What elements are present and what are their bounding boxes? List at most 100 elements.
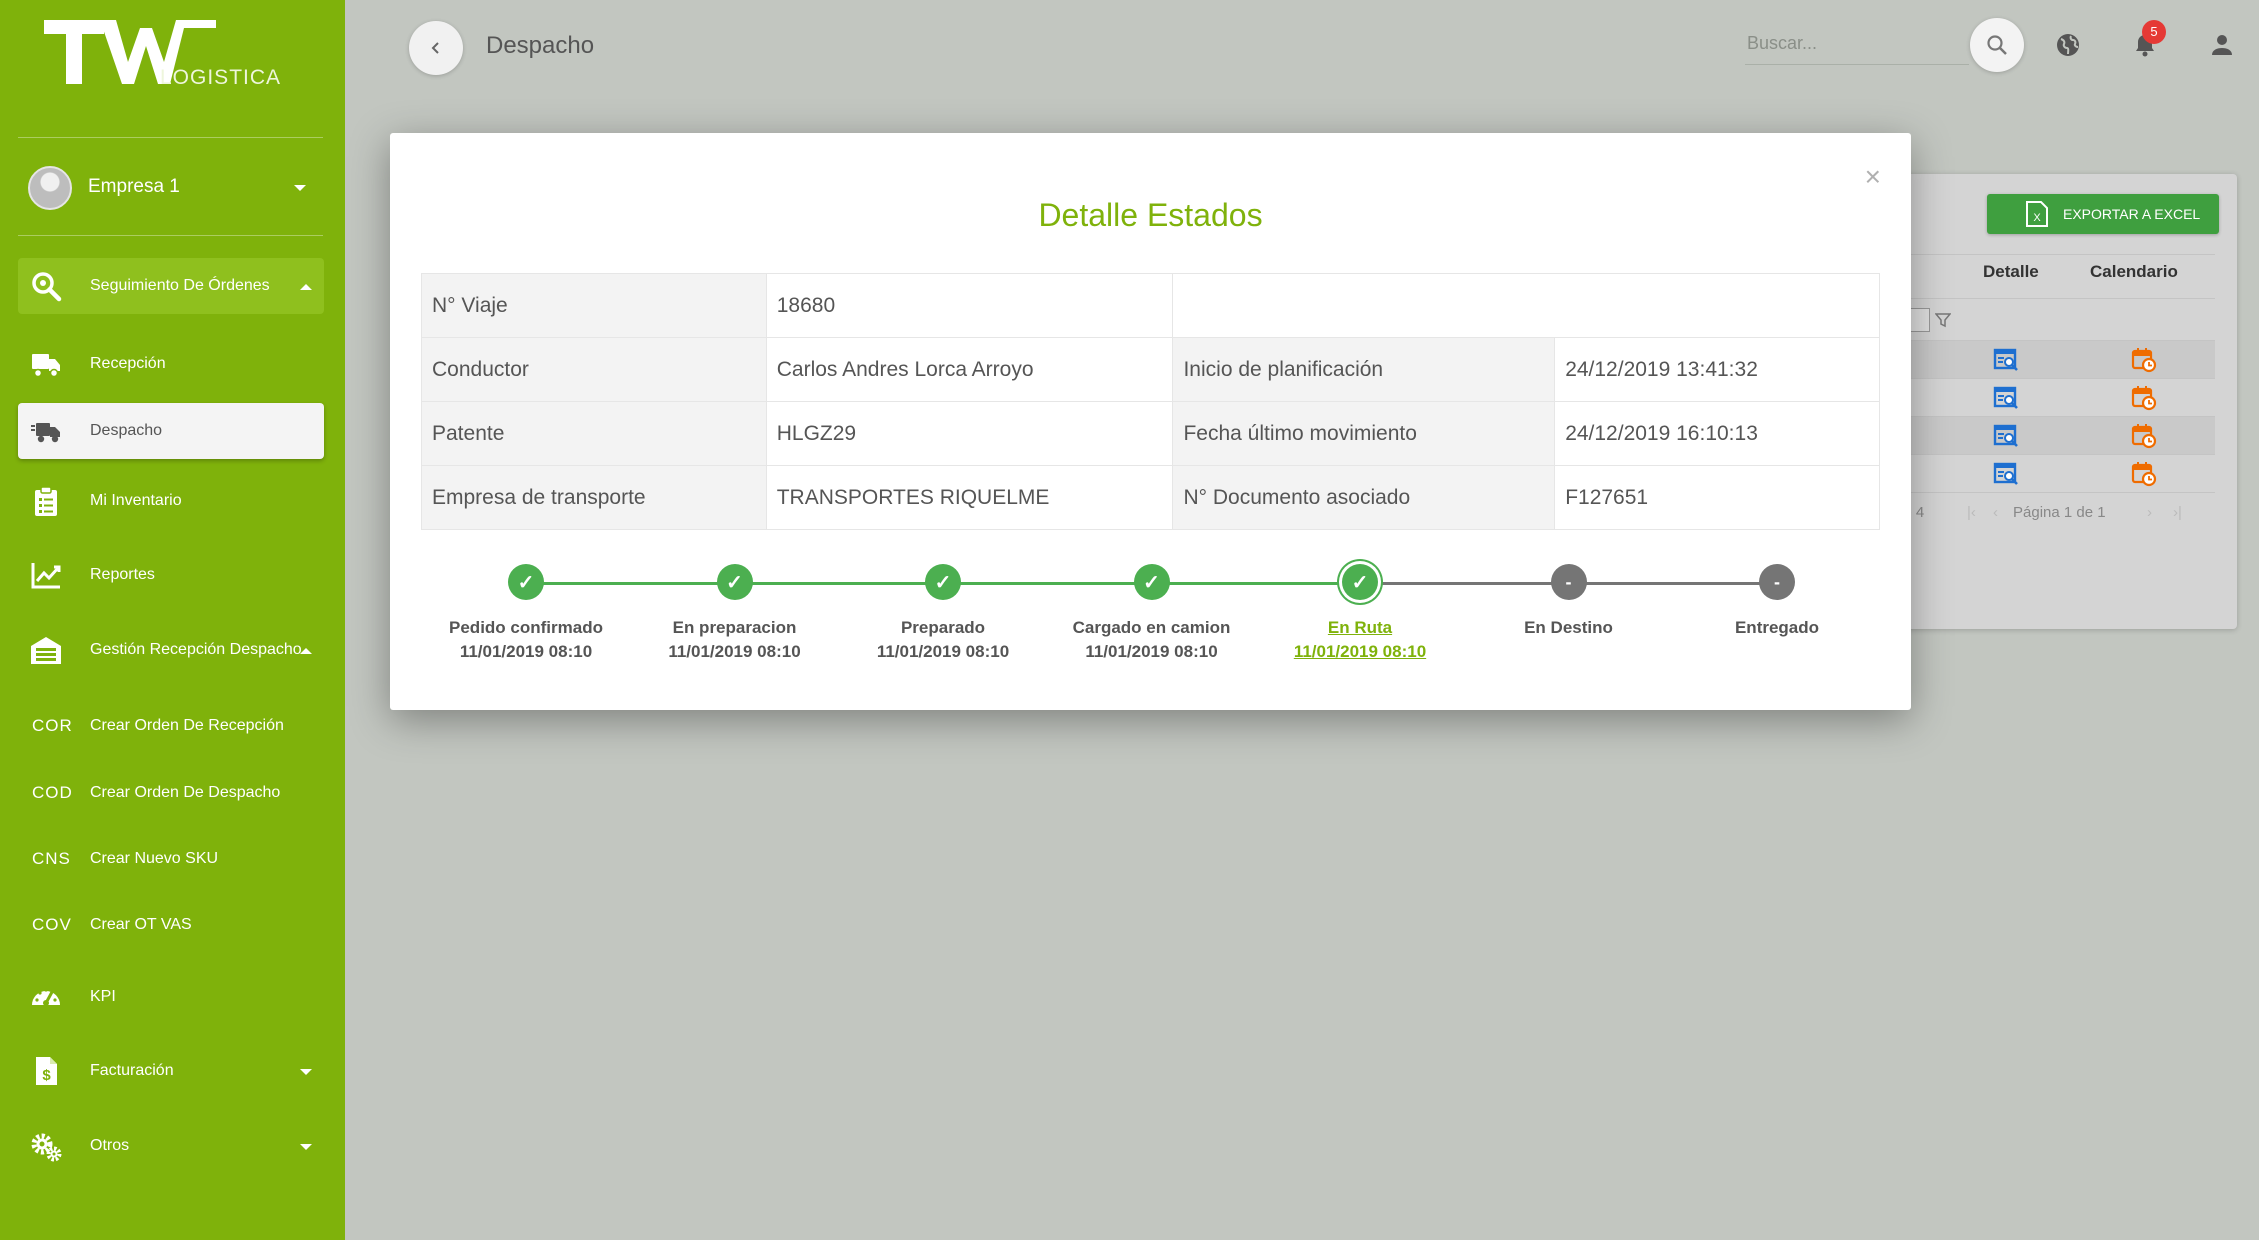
search-button[interactable] bbox=[1970, 18, 2024, 72]
trip-info-table: N° Viaje 18680 Conductor Carlos Andres Lorc… bbox=[421, 273, 1880, 530]
sidebar-item-otros[interactable]: Otros bbox=[18, 1118, 324, 1174]
detail-search-icon[interactable] bbox=[1993, 385, 2019, 411]
pending-icon: - bbox=[1550, 564, 1587, 600]
search-icon bbox=[30, 270, 62, 302]
column-header-calendario[interactable]: Calendario bbox=[2090, 262, 2178, 282]
status-step: - En Destino bbox=[1469, 561, 1669, 642]
chevron-left-icon bbox=[431, 42, 439, 54]
info-value: 24/12/2019 16:10:13 bbox=[1554, 401, 1880, 466]
svg-text:X: X bbox=[2033, 212, 2041, 224]
status-step: ✓ Preparado 11/01/2019 08:10 bbox=[843, 561, 1043, 662]
status-step[interactable]: ✓ En Ruta 11/01/2019 08:10 bbox=[1260, 561, 1460, 662]
chevron-up-icon bbox=[300, 284, 312, 290]
language-globe-button[interactable] bbox=[2053, 30, 2083, 60]
sidebar-item-recepcion[interactable]: Recepción bbox=[18, 336, 324, 392]
sidebar-item-gestion[interactable]: Gestión Recepción Despacho bbox=[18, 622, 324, 678]
detail-search-icon[interactable] bbox=[1993, 347, 2019, 373]
pager-page: Página 1 de 1 bbox=[2013, 504, 2106, 521]
sidebar-item-label: Despacho bbox=[90, 422, 163, 439]
sidebar-item-facturacion[interactable]: $ Facturación bbox=[18, 1043, 324, 1099]
divider bbox=[18, 235, 323, 236]
sidebar-item-label: Gestión Recepción Despacho bbox=[90, 641, 302, 658]
step-date: 11/01/2019 08:10 bbox=[876, 642, 1010, 661]
page-title: Despacho bbox=[486, 32, 595, 59]
sidebar-item-kpi[interactable]: KPI bbox=[18, 969, 324, 1025]
close-icon[interactable]: × bbox=[1865, 163, 1881, 191]
detail-search-icon[interactable] bbox=[1993, 423, 2019, 449]
last-page-icon[interactable]: ›| bbox=[2173, 504, 2182, 521]
step-name: Cargado en camion bbox=[1072, 618, 1231, 637]
next-page-icon[interactable]: › bbox=[2147, 504, 2152, 521]
step-name: En Destino bbox=[1524, 618, 1613, 637]
company-selector[interactable]: Empresa 1 bbox=[18, 150, 323, 224]
svg-text:$: $ bbox=[42, 1067, 51, 1084]
sidebar-item-label: Crear Orden De Recepción bbox=[90, 717, 284, 734]
first-page-icon[interactable]: |‹ bbox=[1967, 504, 1976, 521]
info-label: N° Documento asociado bbox=[1172, 465, 1556, 530]
dispatch-table-card: X EXPORTAR A EXCEL Detalle Calendario de… bbox=[1895, 174, 2237, 629]
info-value: TRANSPORTES RIQUELME bbox=[765, 465, 1174, 530]
info-label: Conductor bbox=[421, 337, 767, 402]
sidebar-item-abbr: CNS bbox=[32, 849, 71, 868]
sidebar-item-inventario[interactable]: Mi Inventario bbox=[18, 473, 324, 529]
step-name: En preparacion bbox=[672, 618, 797, 637]
excel-icon: X bbox=[2026, 201, 2048, 227]
sidebar-item-label: Crear Nuevo SKU bbox=[90, 850, 219, 867]
back-button[interactable] bbox=[409, 21, 463, 75]
sidebar-item-despacho[interactable]: Despacho bbox=[18, 403, 324, 459]
sidebar-item-crear-nuevo-sku[interactable]: CNS Crear Nuevo SKU bbox=[18, 831, 324, 887]
sidebar-item-crear-ot-vas[interactable]: COV Crear OT VAS bbox=[18, 897, 324, 953]
sidebar-item-reportes[interactable]: Reportes bbox=[18, 547, 324, 603]
filter-icon[interactable] bbox=[1935, 312, 1951, 328]
calendar-clock-icon[interactable] bbox=[2131, 385, 2157, 411]
check-icon: ✓ bbox=[1342, 564, 1378, 600]
info-row: Patente HLGZ29 Fecha último movimiento 24/1… bbox=[421, 401, 1880, 466]
divider bbox=[1895, 254, 2215, 255]
sidebar-item-label: Reportes bbox=[90, 566, 155, 583]
status-stepper: ✓ Pedido confirmado 11/01/2019 08:10 ✓ En pr… bbox=[390, 561, 1911, 681]
sidebar-item-label: Otros bbox=[90, 1137, 130, 1154]
info-row: Conductor Carlos Andres Lorca Arroyo Inici… bbox=[421, 337, 1880, 402]
chevron-up-icon bbox=[300, 648, 312, 654]
sidebar-item-seguimiento[interactable]: Seguimiento De Órdenes bbox=[18, 258, 324, 314]
sidebar-item-crear-orden-recepcion[interactable]: COR Crear Orden De Recepción bbox=[18, 698, 324, 754]
chevron-down-icon bbox=[300, 1069, 312, 1075]
sidebar-item-label: Facturación bbox=[90, 1062, 174, 1079]
sidebar-item-crear-orden-despacho[interactable]: COD Crear Orden De Despacho bbox=[18, 765, 324, 821]
check-icon: ✓ bbox=[508, 564, 544, 600]
step-name: Entregado bbox=[1734, 618, 1820, 637]
export-excel-button[interactable]: X EXPORTAR A EXCEL bbox=[1987, 194, 2219, 234]
status-step: - Entregado bbox=[1677, 561, 1877, 642]
detail-search-icon[interactable] bbox=[1993, 461, 2019, 487]
info-value: Carlos Andres Lorca Arroyo bbox=[765, 337, 1174, 402]
info-empty-cell bbox=[1172, 273, 1880, 338]
column-header-detalle[interactable]: Detalle bbox=[1983, 262, 2039, 282]
sidebar-item-label: Recepción bbox=[90, 355, 166, 372]
speedometer-icon bbox=[30, 981, 62, 1013]
gears-icon bbox=[30, 1130, 62, 1162]
logo-word: LOGISTICA bbox=[160, 66, 282, 89]
calendar-clock-icon[interactable] bbox=[2131, 461, 2157, 487]
step-date: 11/01/2019 08:10 bbox=[1293, 642, 1427, 661]
status-step: ✓ En preparacion 11/01/2019 08:10 bbox=[635, 561, 835, 662]
company-name: Empresa 1 bbox=[88, 176, 180, 197]
table-row bbox=[1895, 455, 2215, 493]
check-icon: ✓ bbox=[716, 564, 753, 600]
status-detail-modal: × Detalle Estados N° Viaje 18680 Conductor… bbox=[390, 133, 1911, 710]
table-row bbox=[1895, 341, 2215, 379]
info-label: Empresa de transporte bbox=[421, 465, 767, 530]
search-input[interactable] bbox=[1745, 22, 1969, 65]
invoice-icon: $ bbox=[30, 1055, 62, 1087]
info-value: HLGZ29 bbox=[765, 401, 1174, 466]
user-menu-button[interactable] bbox=[2207, 30, 2237, 60]
info-value: 24/12/2019 13:41:32 bbox=[1554, 337, 1880, 402]
truck-icon bbox=[30, 348, 62, 380]
warehouse-icon bbox=[30, 634, 62, 666]
calendar-clock-icon[interactable] bbox=[2131, 347, 2157, 373]
chevron-down-icon bbox=[294, 185, 306, 191]
calendar-clock-icon[interactable] bbox=[2131, 423, 2157, 449]
sidebar-item-label: Mi Inventario bbox=[90, 492, 182, 509]
chevron-down-icon bbox=[300, 1144, 312, 1150]
prev-page-icon[interactable]: ‹ bbox=[1993, 504, 1998, 521]
modal-title: Detalle Estados bbox=[1038, 197, 1263, 233]
